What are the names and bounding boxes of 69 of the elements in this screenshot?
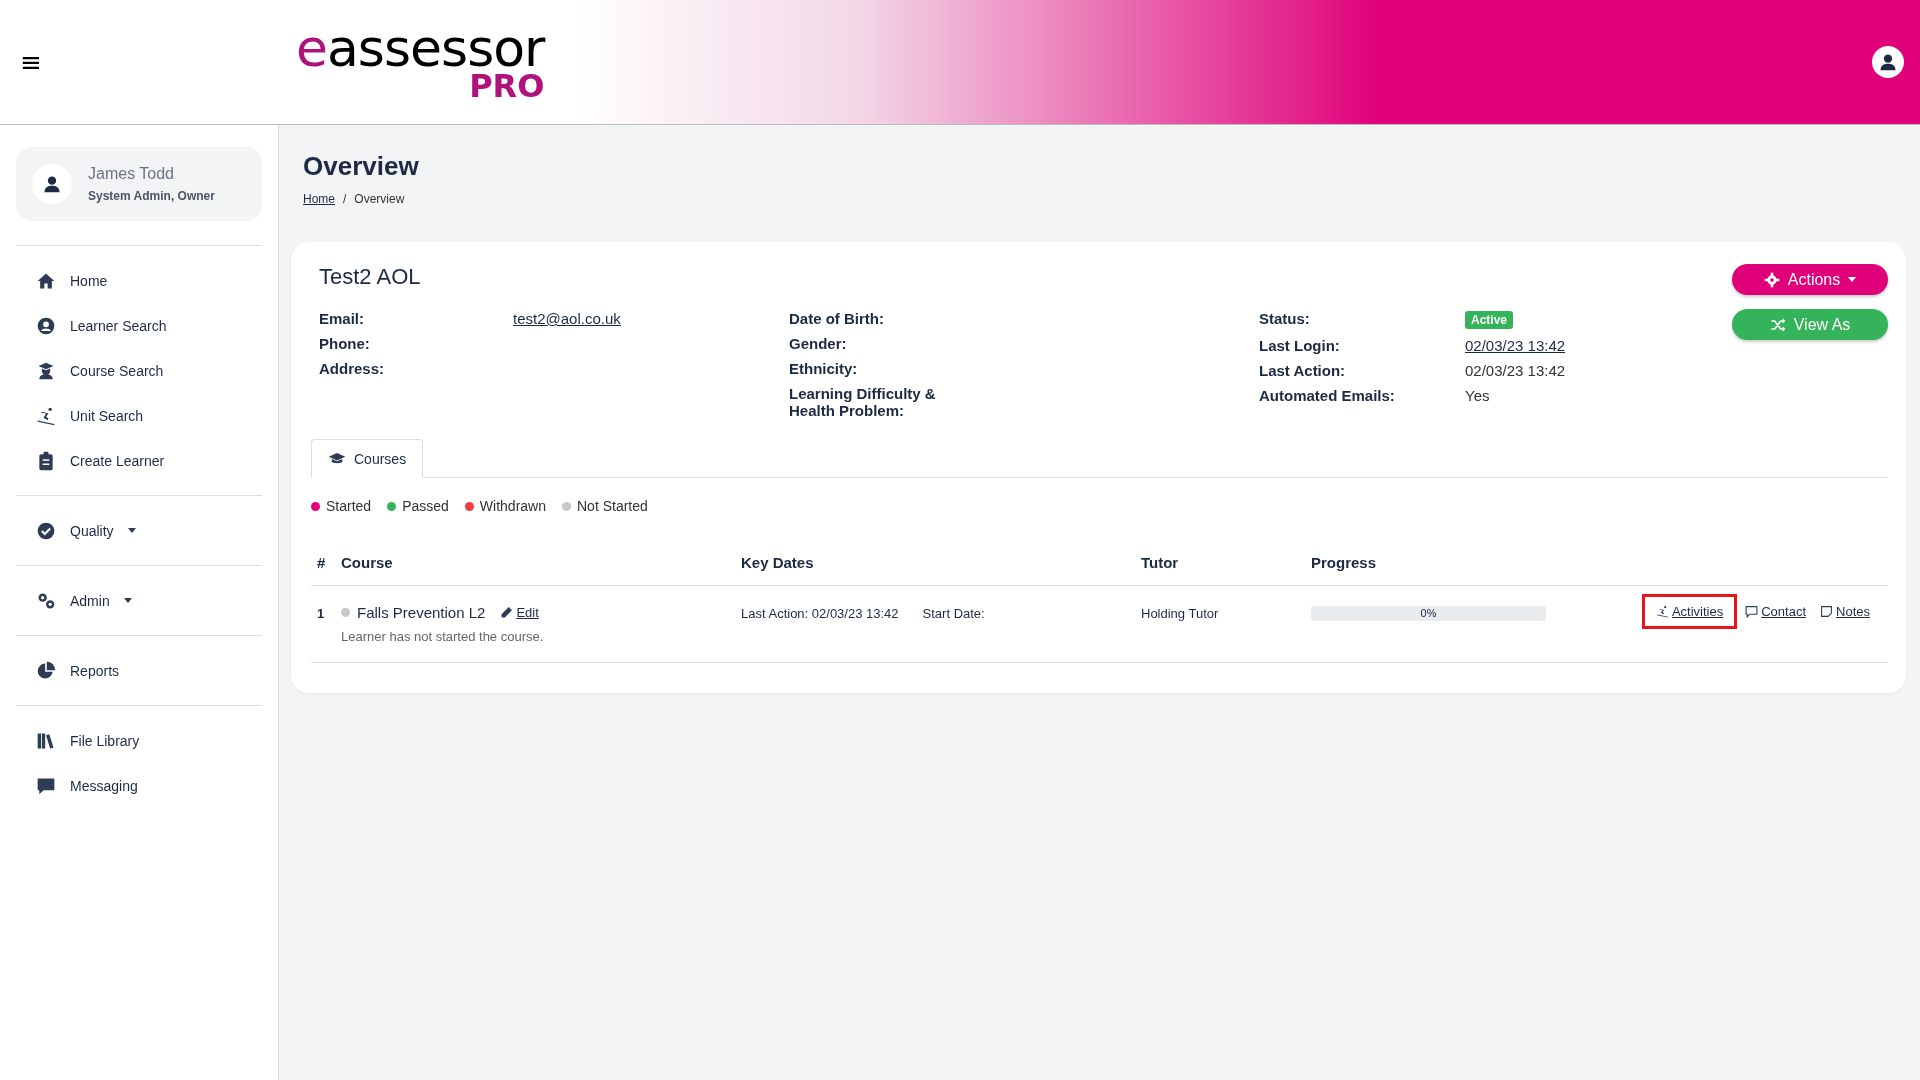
breadcrumb-current: Overview — [354, 192, 405, 206]
person-icon — [1878, 52, 1898, 72]
user-circle-icon — [36, 315, 56, 336]
legend-label: Not Started — [577, 498, 648, 514]
actions-button[interactable]: Actions — [1732, 264, 1888, 295]
detail-label: Phone: — [319, 335, 371, 352]
notes-link[interactable]: Notes — [1812, 598, 1878, 625]
key-date: Start Date: — [922, 606, 985, 621]
contact-link[interactable]: Contact — [1737, 598, 1815, 625]
user-role: System Admin, Owner — [88, 189, 215, 203]
nav-link[interactable]: File Library — [16, 718, 262, 763]
clipboard-icon — [36, 450, 56, 471]
learner-name: Test2 AOL — [319, 264, 422, 290]
detail-label: Gender: — [789, 335, 848, 352]
skier-icon — [1655, 605, 1669, 618]
chat-icon — [1745, 605, 1759, 618]
page-title: Overview — [303, 151, 420, 182]
check-circle-icon — [36, 520, 56, 541]
column-header: Tutor — [1141, 554, 1180, 571]
nav-link[interactable]: Create Learner — [16, 438, 262, 483]
detail-label: Automated Emails: — [1259, 387, 1396, 404]
nav-link[interactable]: Messaging — [16, 763, 262, 808]
detail-value: Yes — [1465, 387, 1491, 404]
row-number: 1 — [317, 606, 326, 621]
detail-label: Last Login: — [1259, 337, 1341, 354]
skier-icon — [36, 405, 56, 426]
pencil-icon — [500, 606, 514, 619]
courses-tab[interactable]: Courses — [311, 439, 424, 478]
nav-link[interactable]: Quality — [16, 508, 262, 553]
progress-reading: 0% — [1419, 607, 1438, 619]
course-name: Falls Prevention L2 — [357, 604, 486, 621]
menu-button[interactable]: ≡ — [18, 47, 44, 77]
legend-label: Withdrawn — [479, 498, 546, 514]
breadcrumb-separator: / — [343, 192, 347, 206]
activities-link[interactable]: Activities — [1641, 594, 1738, 629]
legend-label: Started — [326, 498, 372, 514]
detail-label: Learning Difficulty & Health Problem: — [789, 385, 937, 419]
status-badge: Active — [1465, 311, 1514, 329]
column-header: Course — [341, 554, 394, 571]
detail-label: Last Action: — [1259, 362, 1347, 379]
nav-link[interactable]: Reports — [16, 648, 262, 693]
course-note: Learner has not started the course. — [341, 629, 545, 644]
nav-link[interactable]: Admin — [16, 578, 262, 623]
column-header: Progress — [1311, 554, 1378, 571]
person-icon — [42, 174, 62, 194]
note-icon — [1820, 605, 1834, 618]
shuffle-icon — [1769, 316, 1786, 333]
user-avatar-button[interactable] — [1872, 46, 1904, 78]
detail-label: Ethnicity: — [789, 360, 859, 377]
breadcrumb-link[interactable]: Home — [303, 192, 335, 206]
nav-link[interactable]: Learner Search — [16, 303, 262, 348]
detail-label: Address: — [319, 360, 386, 377]
date-link[interactable]: 02/03/23 13:42 — [1465, 337, 1732, 354]
detail-label: Status: — [1259, 310, 1311, 329]
legend-label: Passed — [402, 498, 449, 514]
detail-value: 02/03/23 13:42 — [1465, 362, 1567, 379]
nav-link[interactable]: Home — [16, 258, 262, 303]
tutor-name: Holding Tutor — [1141, 606, 1220, 621]
detail-label: Email: — [319, 310, 365, 327]
column-header: # — [317, 554, 327, 571]
edit-link[interactable]: Edit — [500, 605, 539, 620]
pie-chart-icon — [36, 660, 56, 681]
nav-link[interactable]: Unit Search — [16, 393, 262, 438]
column-header: Key Dates — [741, 554, 815, 571]
nav-link[interactable]: Course Search — [16, 348, 262, 393]
key-date: Last Action: 02/03/23 13:42 — [741, 606, 899, 621]
detail-label: Date of Birth: — [789, 310, 885, 327]
email-link[interactable]: test2@aol.co.uk — [513, 310, 789, 327]
user-name: James Todd — [88, 165, 175, 183]
